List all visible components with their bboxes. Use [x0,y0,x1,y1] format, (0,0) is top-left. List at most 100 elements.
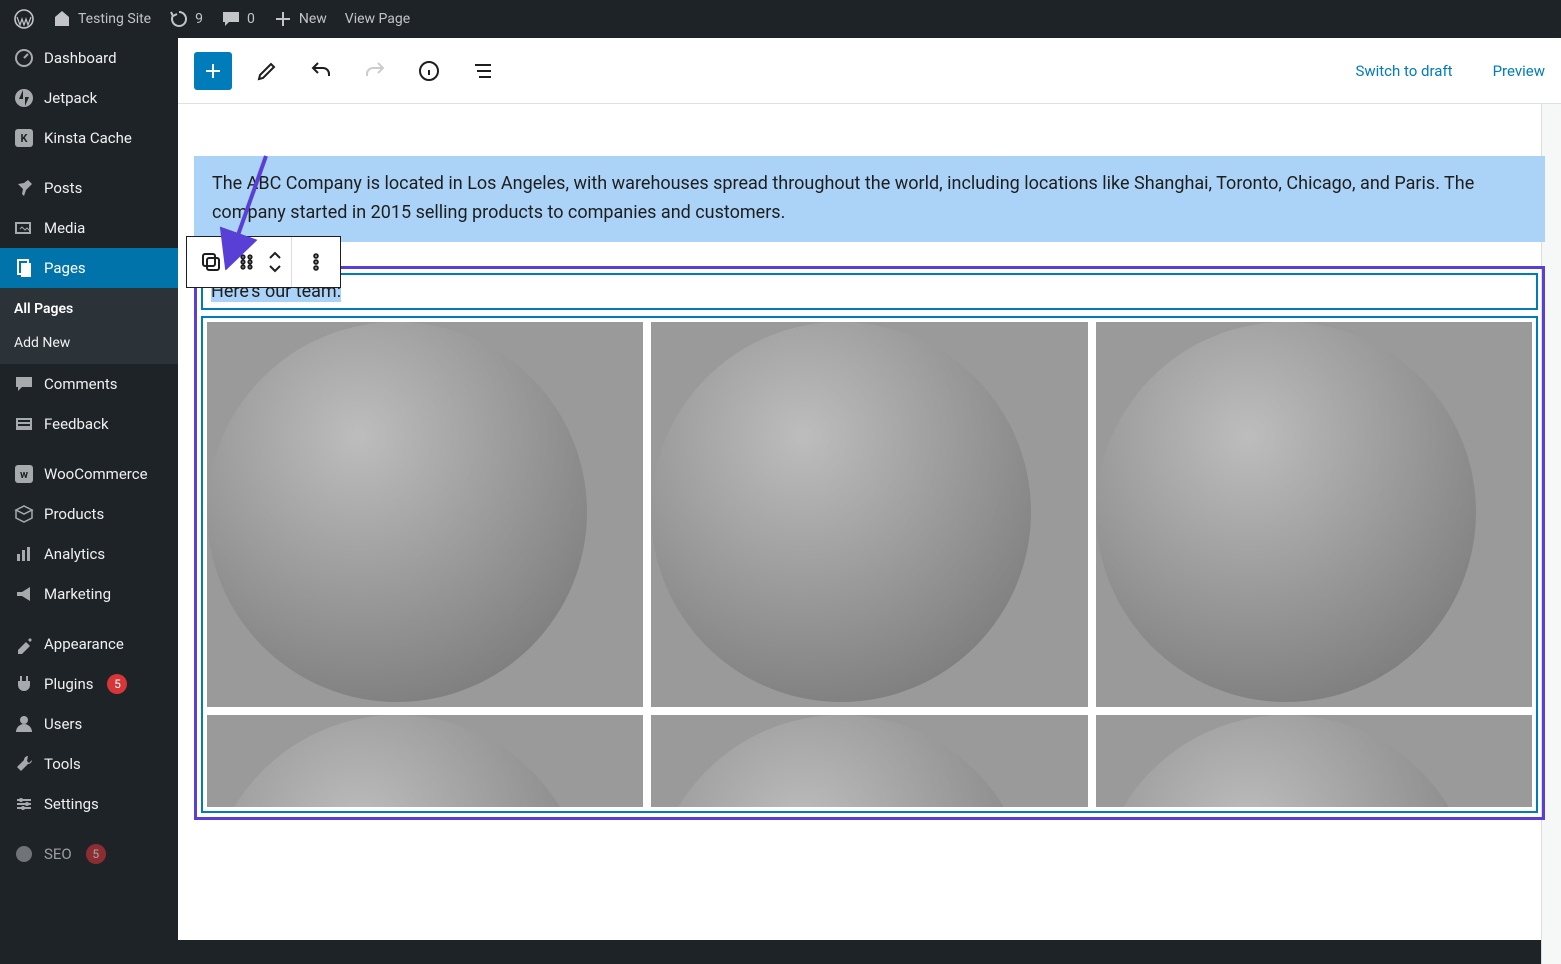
edit-mode-button[interactable] [248,52,286,90]
block-type-button[interactable] [193,244,229,280]
gallery-image[interactable] [207,322,643,707]
sidebar-item-pages[interactable]: Pages [0,248,178,288]
sidebar-item-label: Analytics [44,545,105,563]
admin-sidebar: Dashboard Jetpack K Kinsta Cache Posts M… [0,38,178,940]
switch-to-draft-link[interactable]: Switch to draft [1355,62,1452,80]
block-options-button[interactable] [298,244,334,280]
sidebar-item-label: Tools [44,755,81,773]
sidebar-item-media[interactable]: Media [0,208,178,248]
sidebar-item-woocommerce[interactable]: w WooCommerce [0,454,178,494]
feedback-icon [14,414,34,434]
redo-button[interactable] [356,52,394,90]
gallery-image[interactable] [1096,322,1532,707]
sidebar-item-analytics[interactable]: Analytics [0,534,178,574]
comments-icon [14,374,34,394]
sidebar-item-label: Marketing [44,585,111,603]
drag-handle[interactable] [229,244,265,280]
sidebar-item-label: Comments [44,375,118,393]
jetpack-icon [14,88,34,108]
sidebar-item-label: Appearance [44,635,124,653]
sidebar-item-label: SEO [44,845,72,863]
add-block-button[interactable] [194,52,232,90]
sidebar-item-feedback[interactable]: Feedback [0,404,178,444]
gallery-image[interactable] [207,715,643,807]
pin-icon [14,178,34,198]
new-content-link[interactable]: New [273,9,327,29]
sidebar-item-label: Settings [44,795,99,813]
sidebar-item-posts[interactable]: Posts [0,168,178,208]
seo-badge: 5 [86,844,106,864]
wordpress-logo-icon[interactable] [14,9,34,29]
site-name-link[interactable]: Testing Site [52,9,151,29]
view-page-label: View Page [345,11,410,27]
sidebar-item-seo[interactable]: SEO 5 [0,834,178,874]
settings-icon [14,794,34,814]
gallery-image[interactable] [651,715,1087,807]
sidebar-item-products[interactable]: Products [0,494,178,534]
undo-button[interactable] [302,52,340,90]
marketing-icon [14,584,34,604]
site-name-label: Testing Site [78,11,151,27]
updates-count: 9 [195,11,203,27]
block-toolbar [186,236,341,288]
sidebar-item-label: Products [44,505,104,523]
kinsta-icon: K [14,128,34,148]
gallery-block[interactable] [201,316,1538,813]
sidebar-item-kinsta[interactable]: K Kinsta Cache [0,118,178,158]
sidebar-item-marketing[interactable]: Marketing [0,574,178,614]
sidebar-item-label: Media [44,219,85,237]
gallery-image[interactable] [1096,715,1532,807]
sidebar-item-label: Feedback [44,415,109,433]
paragraph-text: The ABC Company is located in Los Angele… [212,173,1474,223]
sidebar-item-label: Dashboard [44,49,117,67]
gallery-image[interactable] [651,322,1087,707]
editor-canvas[interactable]: The ABC Company is located in Los Angele… [178,104,1561,940]
sidebar-item-label: Users [44,715,82,733]
move-up-button[interactable] [265,248,285,262]
comments-link[interactable]: 0 [221,9,255,29]
sidebar-item-appearance[interactable]: Appearance [0,624,178,664]
submenu-all-pages[interactable]: All Pages [0,292,178,326]
sidebar-item-label: Posts [44,179,82,197]
new-label: New [299,11,327,27]
appearance-icon [14,634,34,654]
paragraph-block[interactable]: The ABC Company is located in Los Angele… [194,156,1545,242]
pages-submenu: All Pages Add New [0,288,178,364]
admin-bar: Testing Site 9 0 New View Page [0,0,1561,38]
pages-icon [14,258,34,278]
preview-link[interactable]: Preview [1493,62,1545,80]
tools-icon [14,754,34,774]
details-button[interactable] [410,52,448,90]
view-page-link[interactable]: View Page [345,11,410,27]
comments-count: 0 [247,11,255,27]
sidebar-item-dashboard[interactable]: Dashboard [0,38,178,78]
woocommerce-icon: w [14,464,34,484]
products-icon [14,504,34,524]
block-editor: Switch to draft Preview The ABC Company … [178,38,1561,940]
sidebar-item-label: WooCommerce [44,465,148,483]
updates-link[interactable]: 9 [169,9,203,29]
plugins-icon [14,674,34,694]
users-icon [14,714,34,734]
sidebar-item-comments[interactable]: Comments [0,364,178,404]
sidebar-item-plugins[interactable]: Plugins 5 [0,664,178,704]
sidebar-item-tools[interactable]: Tools [0,744,178,784]
sidebar-item-label: Kinsta Cache [44,129,132,147]
plugins-badge: 5 [107,674,127,694]
dashboard-icon [14,48,34,68]
sidebar-item-jetpack[interactable]: Jetpack [0,78,178,118]
sidebar-item-users[interactable]: Users [0,704,178,744]
heading-block[interactable]: Here's our team: [201,273,1538,310]
seo-icon [14,844,34,864]
sidebar-item-settings[interactable]: Settings [0,784,178,824]
sidebar-item-label: Plugins [44,675,93,693]
outline-button[interactable] [464,52,502,90]
move-down-button[interactable] [265,262,285,276]
sidebar-item-label: Jetpack [44,89,97,107]
submenu-add-new[interactable]: Add New [0,326,178,360]
media-icon [14,218,34,238]
sidebar-item-label: Pages [44,259,86,277]
group-selection-outline: Here's our team: [194,266,1545,820]
analytics-icon [14,544,34,564]
editor-toolbar: Switch to draft Preview [178,38,1561,104]
